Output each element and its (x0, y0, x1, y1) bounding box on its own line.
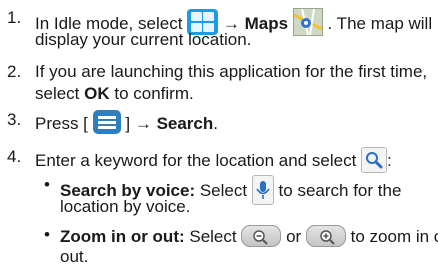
step-4-end: : (387, 151, 392, 170)
arrow: → (134, 114, 152, 133)
step-3-text-a: Press [ (35, 114, 88, 133)
bullet-marker: • (44, 225, 50, 244)
bullet-2-line-2: out. (60, 247, 89, 266)
step-4-text-a: Enter a keyword for the location and sel… (35, 151, 362, 170)
step-2-text-b: to confirm. (109, 84, 194, 103)
zoom-out-icon (241, 225, 282, 247)
search-label: Search (156, 114, 214, 133)
step-2-text-a: select (35, 84, 85, 103)
step-number: 1. (7, 8, 22, 27)
bullet-2-text-mid: or (286, 227, 306, 246)
step-2-line-1: If you are launching this application fo… (35, 62, 428, 81)
magnifier-icon (361, 147, 388, 173)
menu-key-icon (92, 110, 121, 134)
step-3-end: . (213, 114, 218, 133)
ok-label: OK (84, 84, 110, 103)
microphone-icon (251, 175, 274, 205)
bullet-1-text-b: to search for the (273, 181, 402, 200)
step-number: 4. (7, 147, 22, 166)
step-number: 3. (7, 110, 22, 129)
step-number: 2. (7, 62, 22, 81)
zoom-in-icon (305, 225, 346, 247)
bullet-1-line-2: location by voice. (60, 197, 191, 216)
bullet-1-text-a: Select (195, 181, 252, 200)
instructions-document: 1. In Idle mode, select → Maps . The map… (0, 0, 438, 266)
bullet-2-text-b: to zoom in or (350, 227, 438, 246)
step-1-text-b: . The map will (327, 14, 433, 33)
maps-icon (292, 8, 323, 36)
step-3-text-b: ] (125, 114, 135, 133)
step-1-line-2: display your current location. (35, 30, 252, 49)
bullet-marker: • (44, 175, 50, 194)
zoom-label: Zoom in or out: (60, 227, 185, 246)
bullet-2-text-a: Select (184, 227, 242, 246)
